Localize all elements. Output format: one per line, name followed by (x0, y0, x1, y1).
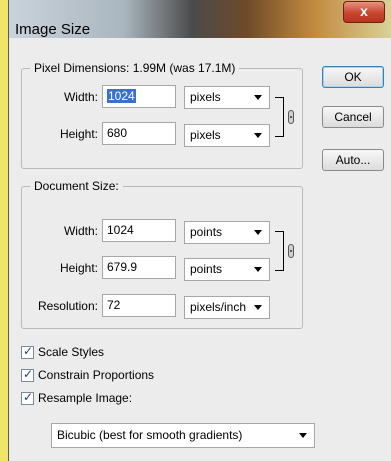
close-icon: x (360, 3, 368, 19)
pixel-width-value: 1024 (107, 89, 136, 103)
close-button[interactable]: x (343, 1, 385, 23)
document-width-input[interactable]: 1024 (102, 219, 176, 242)
resample-image-checkbox[interactable] (21, 390, 34, 405)
document-height-value: 679.9 (107, 260, 138, 274)
link-chain-icon (288, 110, 294, 124)
title-bar[interactable]: Image Size x (9, 0, 391, 38)
pixel-dimensions-group: Pixel Dimensions: 1.99M (was 17.1M) Widt… (21, 61, 303, 169)
scale-styles-option[interactable]: Scale Styles (21, 344, 221, 361)
document-width-value: 1024 (107, 223, 134, 237)
chevron-down-icon (254, 305, 262, 310)
pixel-height-value: 680 (107, 126, 128, 140)
resolution-unit: pixels/inch (190, 300, 247, 314)
constrain-proportions-checkbox[interactable] (21, 367, 34, 382)
pixel-height-input[interactable]: 680 (102, 122, 176, 145)
resolution-unit-select[interactable]: pixels/inch (184, 296, 270, 319)
auto-button[interactable]: Auto... (322, 149, 384, 171)
cancel-button[interactable]: Cancel (322, 106, 384, 128)
resample-image-option[interactable]: Resample Image: (21, 390, 221, 407)
resolution-input[interactable]: 72 (102, 294, 176, 317)
document-height-label: Height: (59, 261, 98, 275)
ok-button[interactable]: OK (322, 66, 384, 88)
pixel-dimensions-legend: Pixel Dimensions: 1.99M (was 17.1M) (30, 61, 240, 75)
constrain-proportions-option[interactable]: Constrain Proportions (21, 367, 221, 384)
pixel-width-unit: pixels (190, 90, 221, 104)
pixel-width-unit-select[interactable]: pixels (184, 86, 270, 109)
pixel-height-label: Height: (59, 127, 98, 141)
image-size-dialog: Image Size x Pixel Dimensions: 1.99M (wa… (8, 0, 391, 461)
pixel-width-input[interactable]: 1024 (102, 85, 176, 108)
constrain-bracket (275, 231, 284, 271)
chevron-down-icon (254, 267, 262, 272)
document-width-label: Width: (63, 224, 98, 238)
chevron-down-icon (254, 133, 262, 138)
scale-styles-label: Scale Styles (38, 345, 105, 359)
document-height-input[interactable]: 679.9 (102, 256, 176, 279)
document-height-unit-select[interactable]: points (184, 258, 270, 281)
resample-method-value: Bicubic (best for smooth gradients) (57, 428, 243, 442)
resample-method-select[interactable]: Bicubic (best for smooth gradients) (51, 423, 315, 448)
chevron-down-icon (254, 230, 262, 235)
resolution-label: Resolution: (37, 299, 98, 313)
pixel-height-unit: pixels (190, 128, 221, 142)
resample-image-label: Resample Image: (38, 391, 133, 405)
dialog-body: Pixel Dimensions: 1.99M (was 17.1M) Widt… (9, 38, 391, 461)
constrain-bracket (275, 97, 284, 137)
chevron-down-icon (299, 433, 307, 438)
constrain-proportions-label: Constrain Proportions (38, 368, 155, 382)
document-size-group: Document Size: Width: 1024 points Height… (21, 179, 303, 329)
pixel-height-unit-select[interactable]: pixels (184, 124, 270, 147)
chevron-down-icon (254, 95, 262, 100)
pixel-width-label: Width: (63, 90, 98, 104)
document-width-unit-select[interactable]: points (184, 221, 270, 244)
resolution-value: 72 (107, 298, 121, 312)
document-width-unit: points (190, 225, 223, 239)
dialog-title: Image Size (15, 21, 91, 38)
document-size-legend: Document Size: (30, 179, 123, 193)
document-height-unit: points (190, 262, 223, 276)
link-chain-icon (288, 244, 294, 258)
scale-styles-checkbox[interactable] (21, 344, 34, 359)
